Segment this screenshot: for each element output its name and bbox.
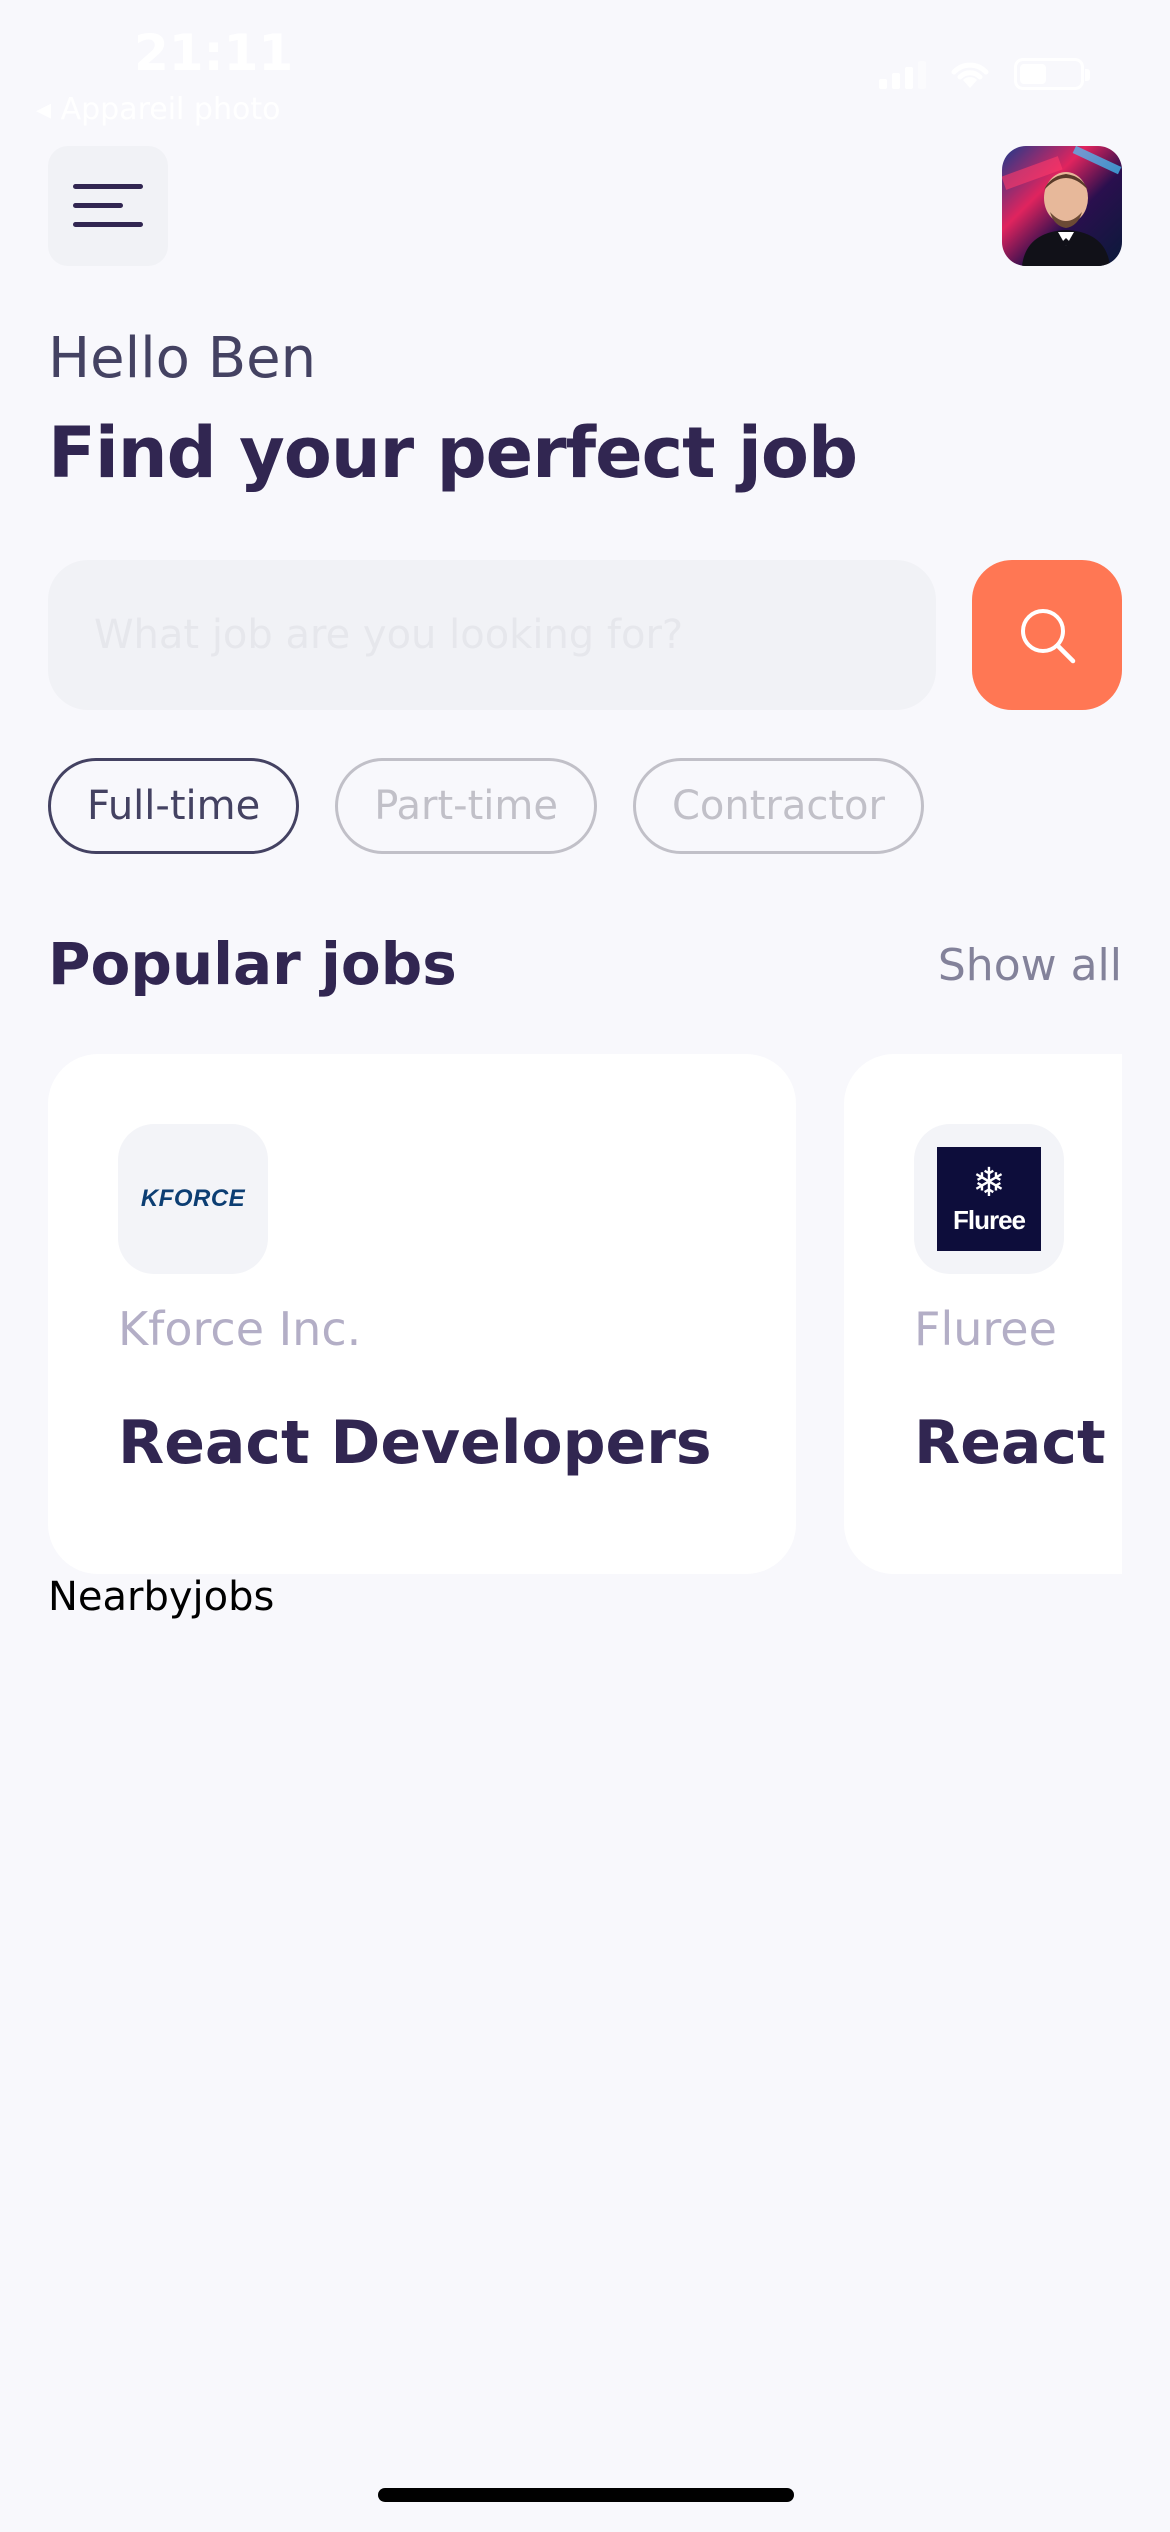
- job-type-tabs: Full-time Part-time Contractor: [48, 758, 924, 854]
- job-card[interactable]: ❄ Fluree Fluree React Developers: [844, 1054, 1122, 1574]
- show-all-link[interactable]: Show all: [938, 940, 1122, 991]
- popular-jobs-carousel[interactable]: KFORCE Kforce Inc. React Developers ❄ Fl…: [48, 1054, 1122, 1574]
- profile-photo: [1002, 146, 1122, 266]
- home-indicator[interactable]: [378, 2488, 794, 2502]
- back-to-app-link[interactable]: ◂ Appareil photo: [36, 92, 280, 127]
- snowflake-icon: ❄: [972, 1159, 1006, 1206]
- job-title: React Developers: [118, 1408, 712, 1478]
- wifi-icon: [951, 62, 989, 88]
- menu-lines-icon: [73, 184, 143, 227]
- kforce-logo-text: KFORCE: [140, 1185, 246, 1212]
- tab-contractor[interactable]: Contractor: [632, 758, 924, 854]
- nearby-jobs-title: Nearbyjobs: [48, 1574, 275, 1620]
- tab-part-time[interactable]: Part-time: [335, 758, 597, 854]
- page-headline: Find your perfect job: [48, 412, 858, 494]
- greeting-text: Hello Ben: [48, 326, 317, 391]
- status-icons: [879, 58, 1090, 90]
- search-input[interactable]: [48, 560, 936, 710]
- company-logo: ❄ Fluree: [914, 1124, 1064, 1274]
- fluree-logo-text: Fluree: [952, 1204, 1026, 1235]
- menu-button[interactable]: [48, 146, 168, 266]
- company-name: Fluree: [914, 1302, 1057, 1356]
- status-bar: 21:11 ◂ Appareil photo: [0, 0, 1170, 140]
- profile-avatar[interactable]: [1002, 146, 1122, 266]
- status-time: 21:11: [134, 24, 294, 82]
- search-icon: [1021, 609, 1076, 664]
- search-button[interactable]: [972, 560, 1122, 710]
- cellular-signal-icon: [879, 59, 926, 89]
- company-logo: KFORCE: [118, 1124, 268, 1274]
- popular-jobs-title: Popular jobs: [48, 930, 457, 998]
- tab-full-time[interactable]: Full-time: [48, 758, 300, 854]
- job-title: React Developers: [914, 1408, 1122, 1478]
- kforce-logo: KFORCE: [141, 1185, 245, 1213]
- company-name: Kforce Inc.: [118, 1302, 362, 1356]
- fluree-logo: ❄ Fluree: [937, 1147, 1041, 1251]
- job-card[interactable]: KFORCE Kforce Inc. React Developers: [48, 1054, 796, 1574]
- battery-icon: [1014, 58, 1090, 90]
